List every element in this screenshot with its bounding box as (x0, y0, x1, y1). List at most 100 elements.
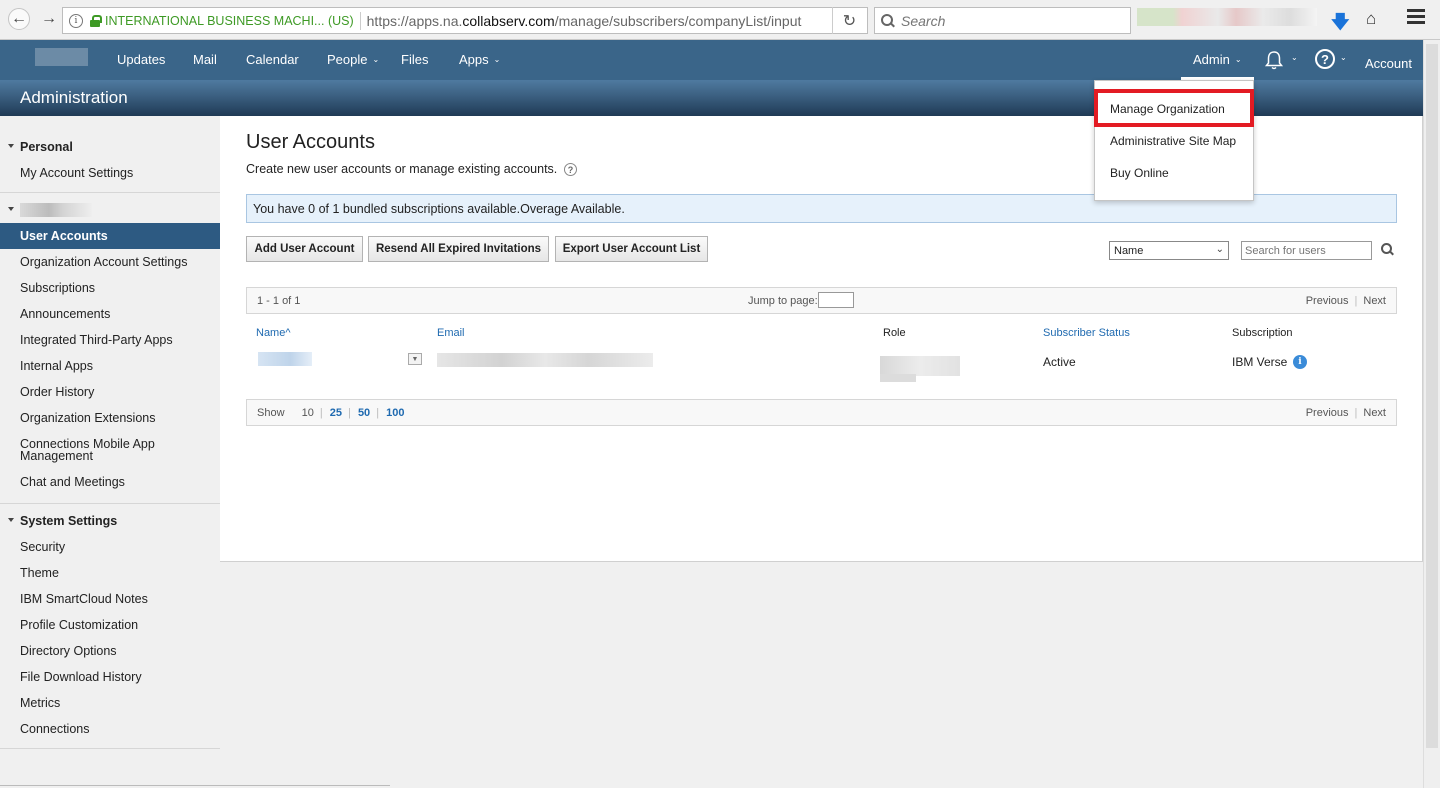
page-size-50[interactable]: 50 (358, 407, 370, 419)
sidebar-item-order-history[interactable]: Order History (0, 379, 220, 405)
back-arrow-icon[interactable]: ← (8, 8, 30, 30)
column-header-name[interactable]: Name^ (256, 327, 291, 339)
info-icon[interactable]: i (1293, 355, 1307, 369)
column-header-subscription: Subscription (1232, 327, 1293, 339)
organization-name-redacted (20, 203, 92, 217)
next-link[interactable]: Next (1363, 295, 1386, 307)
nav-apps-label: Apps (459, 52, 489, 67)
column-header-subscriber-status[interactable]: Subscriber Status (1043, 327, 1130, 339)
nav-apps[interactable]: Apps ⌄ (459, 52, 500, 67)
sidebar-item-subscriptions[interactable]: Subscriptions (0, 275, 220, 301)
sidebar-item-connections[interactable]: Connections (0, 716, 220, 742)
jump-to-page-input[interactable] (818, 292, 854, 308)
show-label: Show (257, 407, 285, 419)
chevron-down-icon: ⌄ (1215, 244, 1224, 255)
pager-bottom: Show 10 | 25 | 50 | 100 Previous | Next (246, 399, 1397, 426)
sidebar-system-section: System Settings Security Theme IBM Smart… (0, 504, 220, 749)
nav-account[interactable]: Account (1365, 56, 1412, 71)
help-icon[interactable]: ? (1315, 49, 1335, 69)
logo[interactable] (35, 48, 88, 66)
url-prefix: https://apps.na. (366, 12, 463, 29)
page-size-10: 10 (301, 407, 314, 419)
chevron-down-icon[interactable]: ⌄ (1291, 53, 1298, 62)
search-field-select[interactable]: Name ⌄ (1109, 241, 1229, 260)
help-icon[interactable]: ? (564, 163, 577, 176)
sidebar-org-section: User Accounts Organization Account Setti… (0, 193, 220, 504)
hamburger-menu-icon[interactable] (1407, 9, 1425, 27)
url-text[interactable]: https://apps.na.collabserv.com/manage/su… (367, 13, 802, 29)
sidebar-item-directory-options[interactable]: Directory Options (0, 638, 220, 664)
url-bar[interactable]: i INTERNATIONAL BUSINESS MACHI... (US) h… (62, 7, 868, 34)
sidebar-item-profile-customization[interactable]: Profile Customization (0, 612, 220, 638)
search-icon (881, 13, 895, 28)
sidebar-item-organization-account-settings[interactable]: Organization Account Settings (0, 249, 220, 275)
forward-arrow-icon[interactable]: → (38, 8, 60, 30)
page-title: User Accounts (246, 131, 375, 153)
menu-item-administrative-site-map[interactable]: Administrative Site Map (1110, 134, 1236, 148)
page-size-100[interactable]: 100 (386, 407, 404, 419)
home-icon[interactable]: ⌂ (1366, 9, 1376, 29)
browser-search-input[interactable] (901, 12, 1121, 29)
chevron-down-icon: ⌄ (1234, 55, 1242, 64)
previous-link[interactable]: Previous (1306, 295, 1349, 307)
page-size-separator: | (319, 407, 323, 419)
resend-expired-invitations-button[interactable]: Resend All Expired Invitations (368, 236, 549, 262)
reload-icon[interactable]: ↻ (832, 7, 866, 34)
user-name-redacted[interactable] (258, 352, 312, 366)
app-navigation: Updates Mail Calendar People ⌄ Files Apps… (0, 40, 1440, 80)
sidebar-item-internal-apps[interactable]: Internal Apps (0, 353, 220, 379)
page-section-title: Administration (20, 88, 128, 107)
sidebar-heading-label: Personal (20, 140, 73, 154)
sidebar-item-organization-extensions[interactable]: Organization Extensions (0, 405, 220, 431)
nav-files[interactable]: Files (401, 52, 428, 67)
sidebar-heading-label: System Settings (20, 514, 118, 528)
nav-admin[interactable]: Admin ⌄ (1193, 52, 1242, 67)
pager-nav: Previous | Next (1306, 295, 1386, 307)
browser-search-box[interactable] (874, 7, 1131, 34)
download-icon[interactable]: 🡇 (1331, 10, 1350, 40)
nav-calendar[interactable]: Calendar (246, 52, 299, 67)
scrollbar-thumb[interactable] (1426, 44, 1438, 748)
chevron-down-icon[interactable]: ⌄ (1340, 53, 1347, 62)
export-user-account-list-button[interactable]: Export User Account List (555, 236, 708, 262)
page-scrollbar[interactable] (1423, 40, 1440, 788)
nav-admin-label: Admin (1193, 52, 1230, 67)
previous-link[interactable]: Previous (1306, 407, 1349, 419)
sidebar-item-security[interactable]: Security (0, 534, 220, 560)
sidebar-item-connections-mobile-app-management[interactable]: Connections Mobile App Management (0, 431, 170, 469)
sidebar-item-file-download-history[interactable]: File Download History (0, 664, 220, 690)
url-path: /manage/subscribers/companyList/input (554, 12, 802, 29)
nav-updates[interactable]: Updates (117, 52, 165, 67)
bell-icon[interactable] (1263, 49, 1285, 71)
menu-item-buy-online[interactable]: Buy Online (1110, 166, 1169, 180)
sidebar-heading-organization[interactable] (0, 197, 220, 223)
sidebar-item-my-account-settings[interactable]: My Account Settings (0, 160, 220, 186)
sidebar-item-integrated-third-party-apps[interactable]: Integrated Third-Party Apps (0, 327, 220, 353)
sidebar-item-announcements[interactable]: Announcements (0, 301, 220, 327)
sidebar-item-theme[interactable]: Theme (0, 560, 220, 586)
column-header-name-label: Name (256, 327, 286, 339)
nav-people[interactable]: People ⌄ (327, 52, 379, 67)
page-size-25[interactable]: 25 (330, 407, 342, 419)
page-size-separator: | (376, 407, 380, 419)
sidebar-heading-system-settings[interactable]: System Settings (0, 508, 220, 534)
user-search-input[interactable] (1241, 241, 1372, 260)
collapse-triangle-icon (8, 207, 14, 211)
search-icon[interactable] (1381, 243, 1394, 256)
sidebar-item-ibm-smartcloud-notes[interactable]: IBM SmartCloud Notes (0, 586, 220, 612)
row-actions-menu-icon[interactable]: ▼ (408, 353, 422, 365)
info-icon[interactable]: i (69, 13, 83, 28)
add-user-account-button[interactable]: Add User Account (246, 236, 363, 262)
nav-mail[interactable]: Mail (193, 52, 217, 67)
sidebar-heading-personal[interactable]: Personal (0, 134, 220, 160)
sidebar-item-chat-and-meetings[interactable]: Chat and Meetings (0, 469, 220, 495)
sidebar-item-metrics[interactable]: Metrics (0, 690, 220, 716)
column-header-email[interactable]: Email (437, 327, 465, 339)
site-identity[interactable]: INTERNATIONAL BUSINESS MACHI... (US) (105, 14, 354, 28)
toolbar-extensions[interactable] (1137, 8, 1317, 26)
next-link[interactable]: Next (1363, 407, 1386, 419)
search-field-select-value: Name (1114, 244, 1144, 257)
sidebar-item-user-accounts[interactable]: User Accounts (0, 223, 220, 249)
column-header-role: Role (883, 327, 906, 339)
sort-ascending-icon: ^ (285, 327, 291, 339)
